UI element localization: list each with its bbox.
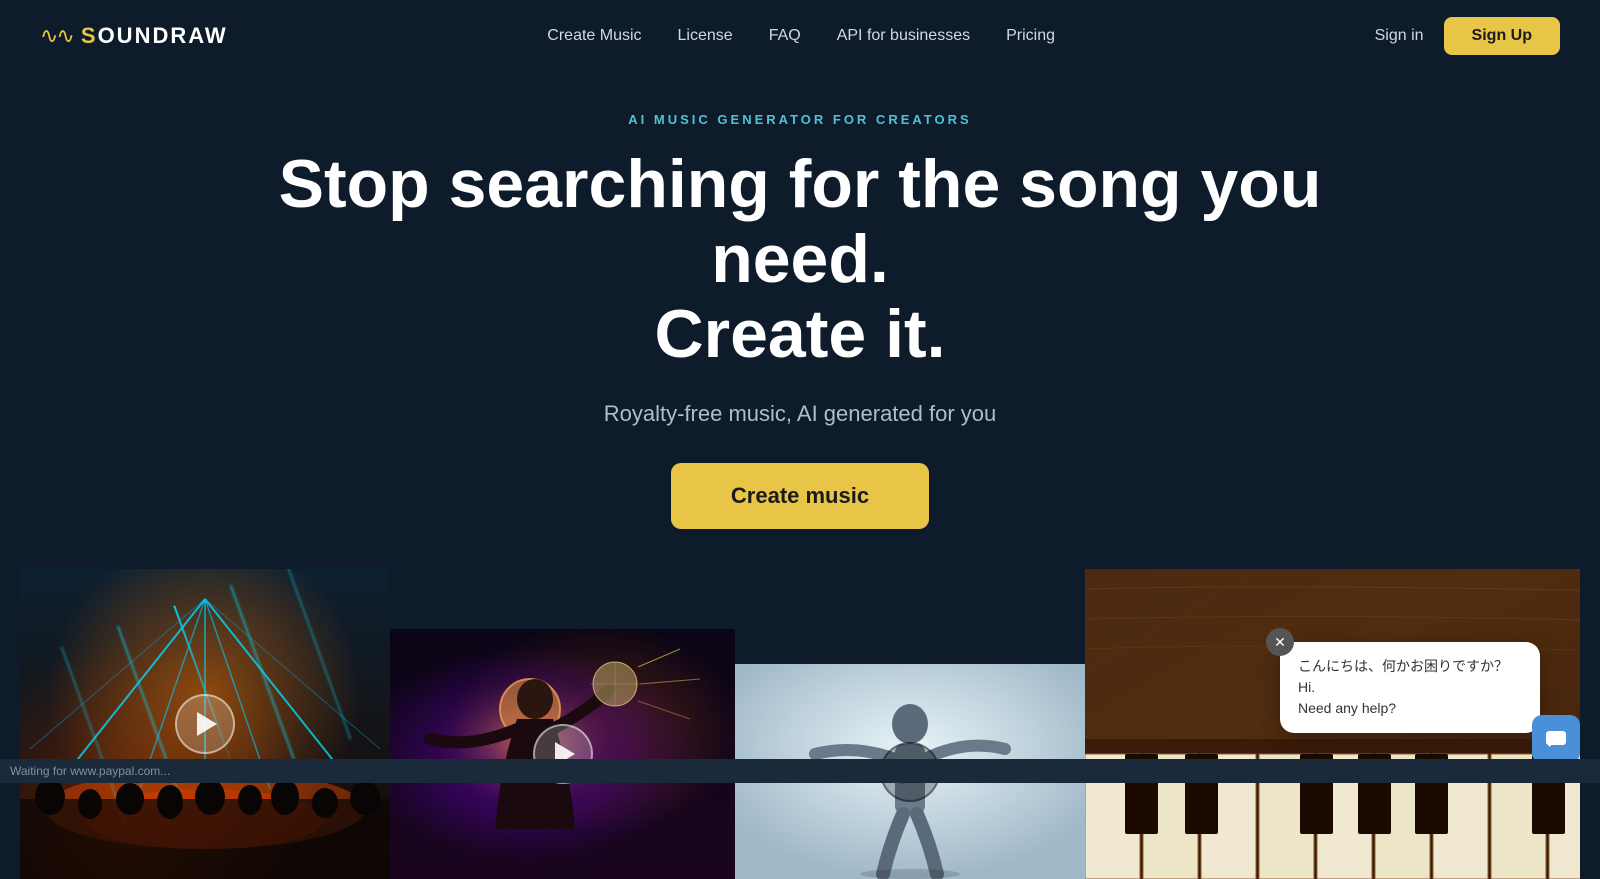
nav-actions: Sign in Sign Up — [1375, 17, 1560, 55]
sign-in-link[interactable]: Sign in — [1375, 27, 1424, 45]
logo[interactable]: ∿∿ SOUNDRAW — [40, 23, 228, 49]
nav-faq[interactable]: FAQ — [769, 27, 801, 44]
hero-title-line1: Stop searching for the song you need. — [279, 146, 1322, 297]
hero-section: AI MUSIC GENERATOR FOR CREATORS Stop sea… — [0, 72, 1600, 879]
hero-subtitle: Royalty-free music, AI generated for you — [604, 401, 997, 427]
create-music-button[interactable]: Create music — [671, 463, 929, 529]
nav-license[interactable]: License — [678, 27, 733, 44]
logo-waveform-icon: ∿∿ — [40, 23, 73, 49]
nav-create-music[interactable]: Create Music — [547, 27, 641, 44]
hero-tag: AI MUSIC GENERATOR FOR CREATORS — [628, 112, 971, 127]
chat-bubble: ✕ こんにちは、何かお困りですか？Hi. Need any help? — [1280, 642, 1540, 733]
nav-api[interactable]: API for businesses — [837, 27, 970, 44]
status-text: Waiting for www.paypal.com... — [10, 764, 170, 778]
chat-bubble-icon — [1544, 727, 1568, 751]
nav-pricing[interactable]: Pricing — [1006, 27, 1055, 44]
sign-up-button[interactable]: Sign Up — [1444, 17, 1560, 55]
play-button-concert[interactable] — [175, 694, 235, 754]
hero-title: Stop searching for the song you need. Cr… — [250, 147, 1350, 371]
logo-text: SOUNDRAW — [81, 23, 228, 49]
status-bar: Waiting for www.paypal.com... — [0, 759, 1600, 783]
chat-close-button[interactable]: ✕ — [1266, 628, 1294, 656]
navbar: ∿∿ SOUNDRAW Create Music License FAQ API… — [0, 0, 1600, 72]
thumbnail-disco[interactable] — [390, 629, 735, 879]
nav-links: Create Music License FAQ API for busines… — [547, 27, 1055, 45]
chat-icon[interactable] — [1532, 715, 1580, 763]
hero-title-line2: Create it. — [655, 296, 946, 372]
thumbnail-concert[interactable] — [20, 569, 390, 879]
chat-message: こんにちは、何かお困りですか？Hi. Need any help? — [1298, 658, 1508, 716]
